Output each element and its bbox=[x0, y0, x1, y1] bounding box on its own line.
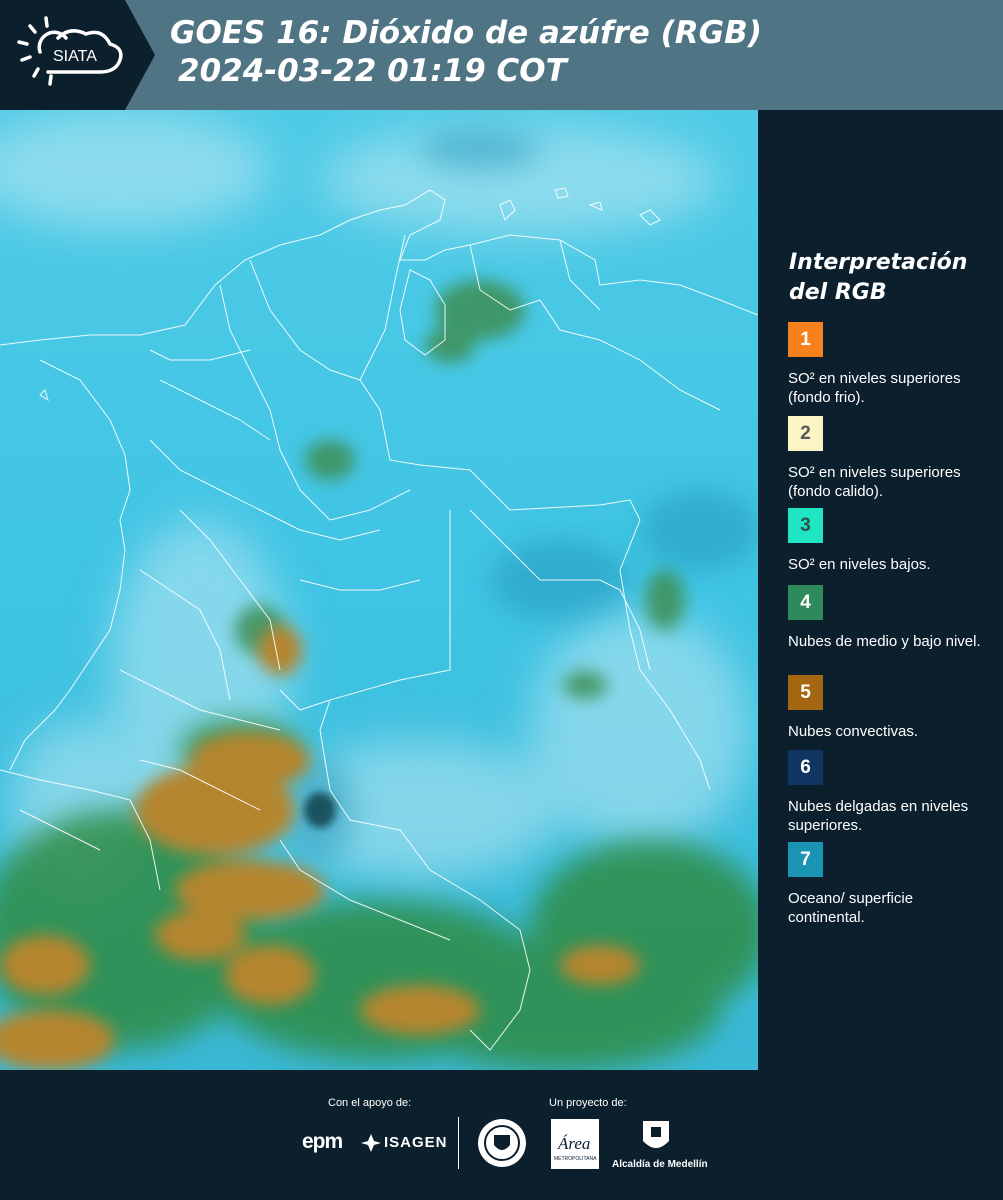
legend-number-4: 4 bbox=[800, 591, 811, 613]
legend-number-7: 7 bbox=[800, 848, 811, 870]
legend-item-6: 6 Nubes delgadas en niveles superiores. bbox=[788, 750, 988, 835]
title-line-1: GOES 16: Dióxido de azúfre (RGB) bbox=[170, 15, 762, 51]
area-logo-subtitle: METROPOLITANA bbox=[554, 1156, 597, 1162]
legend-number-3: 3 bbox=[800, 514, 811, 536]
legend-number-1: 1 bbox=[800, 328, 811, 350]
legend-item-5: 5 Nubes convectivas. bbox=[788, 675, 988, 741]
alcaldia-label: Alcaldía de Medellín bbox=[612, 1159, 708, 1170]
legend-text-1: SO² en niveles superiores (fondo frio). bbox=[788, 370, 961, 406]
legend-swatch-6: 6 bbox=[788, 750, 823, 785]
medellin-seal-icon bbox=[478, 1119, 526, 1167]
legend-text-3: SO² en niveles bajos. bbox=[788, 556, 931, 573]
area-metropolitana-logo: Área METROPOLITANA bbox=[551, 1119, 599, 1169]
page-title: GOES 16: Dióxido de azúfre (RGB) 2024-03… bbox=[170, 14, 762, 90]
title-line-2: 2024-03-22 01:19 COT bbox=[178, 53, 567, 89]
isagen-logo: ISAGEN bbox=[384, 1134, 448, 1151]
legend-text-5: Nubes convectivas. bbox=[788, 723, 919, 740]
legend-item-7: 7 Oceano/ superficie continental. bbox=[788, 842, 988, 927]
legend-swatch-7: 7 bbox=[788, 842, 823, 877]
legend-text-2: SO² en niveles superiores (fondo calido)… bbox=[788, 464, 961, 500]
legend-title: Interpretación del RGB bbox=[789, 250, 968, 305]
legend-number-2: 2 bbox=[800, 422, 811, 444]
legend-swatch-5: 5 bbox=[788, 675, 823, 710]
isagen-icon bbox=[361, 1134, 381, 1152]
legend-swatch-2: 2 bbox=[788, 416, 823, 451]
legend-item-1: 1 SO² en niveles superiores (fondo frio)… bbox=[788, 322, 988, 407]
alcaldia-shield-icon bbox=[643, 1121, 669, 1148]
legend-text-6: Nubes delgadas en niveles superiores. bbox=[788, 798, 969, 834]
area-logo-text: Área bbox=[557, 1134, 590, 1153]
legend-text-7: Oceano/ superficie continental. bbox=[788, 890, 914, 926]
legend-panel: Interpretación del RGB 1 SO² en niveles … bbox=[758, 110, 1003, 1070]
support-label: Con el apoyo de: bbox=[328, 1097, 412, 1109]
logo-text: SIATA bbox=[53, 48, 97, 65]
legend-swatch-4: 4 bbox=[788, 585, 823, 620]
footer: Con el apoyo de: Un proyecto de: epm ISA… bbox=[0, 1070, 1003, 1200]
legend-item-2: 2 SO² en niveles superiores (fondo calid… bbox=[788, 416, 988, 501]
satellite-map[interactable] bbox=[0, 110, 758, 1070]
legend-item-4: 4 Nubes de medio y bajo nivel. bbox=[788, 585, 988, 651]
header-bar: SIATA GOES 16: Dióxido de azúfre (RGB) 2… bbox=[0, 0, 1003, 110]
legend-item-3: 3 SO² en niveles bajos. bbox=[788, 508, 988, 574]
legend-swatch-1: 1 bbox=[788, 322, 823, 357]
satellite-image bbox=[0, 110, 758, 1070]
legend-number-5: 5 bbox=[800, 681, 811, 703]
legend-swatch-3: 3 bbox=[788, 508, 823, 543]
footer-divider bbox=[458, 1117, 459, 1169]
legend-text-4: Nubes de medio y bajo nivel. bbox=[788, 633, 981, 650]
epm-logo: epm bbox=[302, 1130, 343, 1153]
siata-logo: SIATA bbox=[0, 0, 155, 110]
project-label: Un proyecto de: bbox=[549, 1097, 627, 1109]
legend-number-6: 6 bbox=[800, 756, 811, 778]
